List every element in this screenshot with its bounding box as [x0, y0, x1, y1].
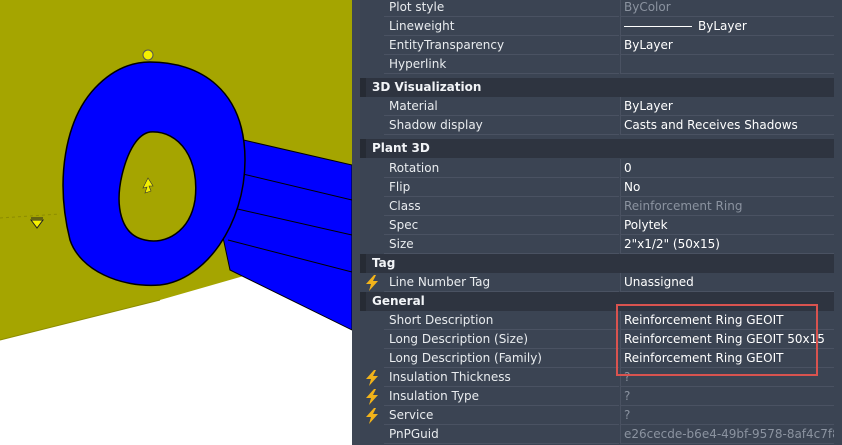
property-name: Long Description (Size)	[384, 330, 619, 349]
property-name: Insulation Thickness	[384, 368, 619, 387]
category-plant-3d[interactable]: Plant 3D	[360, 139, 842, 158]
category-label: General	[372, 294, 425, 308]
property-name: Class	[384, 197, 619, 216]
property-row-long-description-size[interactable]: Long Description (Size) Reinforcement Ri…	[360, 330, 842, 349]
property-name: Material	[384, 97, 619, 116]
property-value[interactable]: 2"x1/2" (50x15)	[620, 235, 842, 254]
lightning-bolt-icon	[366, 370, 378, 386]
property-row-short-description[interactable]: Short Description Reinforcement Ring GEO…	[360, 311, 842, 330]
property-value[interactable]: ByLayer	[620, 36, 842, 55]
property-name: Hyperlink	[384, 55, 619, 74]
property-name: PnPGuid	[384, 425, 619, 444]
property-value[interactable]: e26cecde-b6e4-49bf-9578-8af4c7f84f52	[620, 425, 842, 444]
lightning-bolt-icon	[366, 275, 378, 291]
property-value-lineweight[interactable]: ByLayer	[620, 17, 842, 36]
property-row-flip[interactable]: Flip No	[360, 178, 842, 197]
property-name: Rotation	[384, 159, 619, 178]
properties-scrollbar[interactable]	[834, 0, 842, 445]
property-value[interactable]: Reinforcement Ring GEOIT	[620, 311, 842, 330]
viewport-splitter[interactable]	[352, 0, 360, 445]
property-name: Line Number Tag	[384, 273, 619, 292]
category-label: Plant 3D	[372, 141, 430, 155]
category-expander[interactable]	[360, 78, 366, 97]
lineweight-preview	[624, 26, 692, 27]
property-row-spec[interactable]: Spec Polytek	[360, 216, 842, 235]
category-3d-visualization[interactable]: 3D Visualization	[360, 78, 842, 97]
model-viewport[interactable]	[0, 0, 352, 445]
property-name: Size	[384, 235, 619, 254]
property-value[interactable]: ?	[620, 406, 842, 425]
property-value: ByLayer	[698, 19, 747, 33]
properties-palette: Plot style ByColor Lineweight ByLayer En…	[360, 0, 842, 445]
property-row-shadow-display[interactable]: Shadow display Casts and Receives Shadow…	[360, 116, 842, 135]
property-row-plot-style[interactable]: Plot style ByColor	[360, 0, 842, 17]
category-expander[interactable]	[360, 254, 366, 273]
property-value[interactable]: Reinforcement Ring GEOIT 50x15	[620, 330, 842, 349]
property-name: Short Description	[384, 311, 619, 330]
property-name: Service	[384, 406, 619, 425]
property-value[interactable]: ?	[620, 368, 842, 387]
property-value[interactable]: Unassigned	[620, 273, 842, 292]
property-row-line-number-tag[interactable]: Line Number Tag Unassigned	[360, 273, 842, 292]
property-row-service[interactable]: Service ?	[360, 406, 842, 425]
property-name: EntityTransparency	[384, 36, 619, 55]
circle-grip-icon[interactable]	[142, 49, 154, 61]
property-name: Lineweight	[384, 17, 619, 36]
property-value[interactable]: 0	[620, 159, 842, 178]
property-value[interactable]: Reinforcement Ring GEOIT	[620, 349, 842, 368]
property-value[interactable]: Reinforcement Ring	[620, 197, 842, 216]
property-row-size[interactable]: Size 2"x1/2" (50x15)	[360, 235, 842, 254]
lightning-bolt-icon	[366, 389, 378, 405]
category-expander[interactable]	[360, 139, 366, 158]
property-value[interactable]: ?	[620, 387, 842, 406]
property-value[interactable]: No	[620, 178, 842, 197]
category-tag[interactable]: Tag	[360, 254, 842, 273]
property-value[interactable]: Polytek	[620, 216, 842, 235]
property-value[interactable]: ByColor	[620, 0, 842, 17]
property-name: Shadow display	[384, 116, 619, 135]
property-name: Spec	[384, 216, 619, 235]
property-row-hyperlink[interactable]: Hyperlink	[360, 55, 842, 74]
property-value[interactable]	[620, 55, 842, 74]
viewport-canvas[interactable]	[0, 0, 352, 445]
property-name: Plot style	[384, 0, 619, 17]
property-row-insulation-thickness[interactable]: Insulation Thickness ?	[360, 368, 842, 387]
property-name: Flip	[384, 178, 619, 197]
category-expander[interactable]	[360, 292, 366, 311]
property-row-class[interactable]: Class Reinforcement Ring	[360, 197, 842, 216]
category-label: Tag	[372, 256, 396, 270]
property-row-lineweight[interactable]: Lineweight ByLayer	[360, 17, 842, 36]
property-row-long-description-family[interactable]: Long Description (Family) Reinforcement …	[360, 349, 842, 368]
property-name: Long Description (Family)	[384, 349, 619, 368]
property-value[interactable]: Casts and Receives Shadows	[620, 116, 842, 135]
category-label: 3D Visualization	[372, 80, 482, 94]
property-row-insulation-type[interactable]: Insulation Type ?	[360, 387, 842, 406]
property-row-rotation[interactable]: Rotation 0	[360, 159, 842, 178]
property-row-transparency[interactable]: EntityTransparency ByLayer	[360, 36, 842, 55]
property-row-pnpguid[interactable]: PnPGuid e26cecde-b6e4-49bf-9578-8af4c7f8…	[360, 425, 842, 444]
property-name: Insulation Type	[384, 387, 619, 406]
property-value[interactable]: ByLayer	[620, 97, 842, 116]
lightning-bolt-icon	[366, 408, 378, 424]
property-row-material[interactable]: Material ByLayer	[360, 97, 842, 116]
category-general[interactable]: General	[360, 292, 842, 311]
